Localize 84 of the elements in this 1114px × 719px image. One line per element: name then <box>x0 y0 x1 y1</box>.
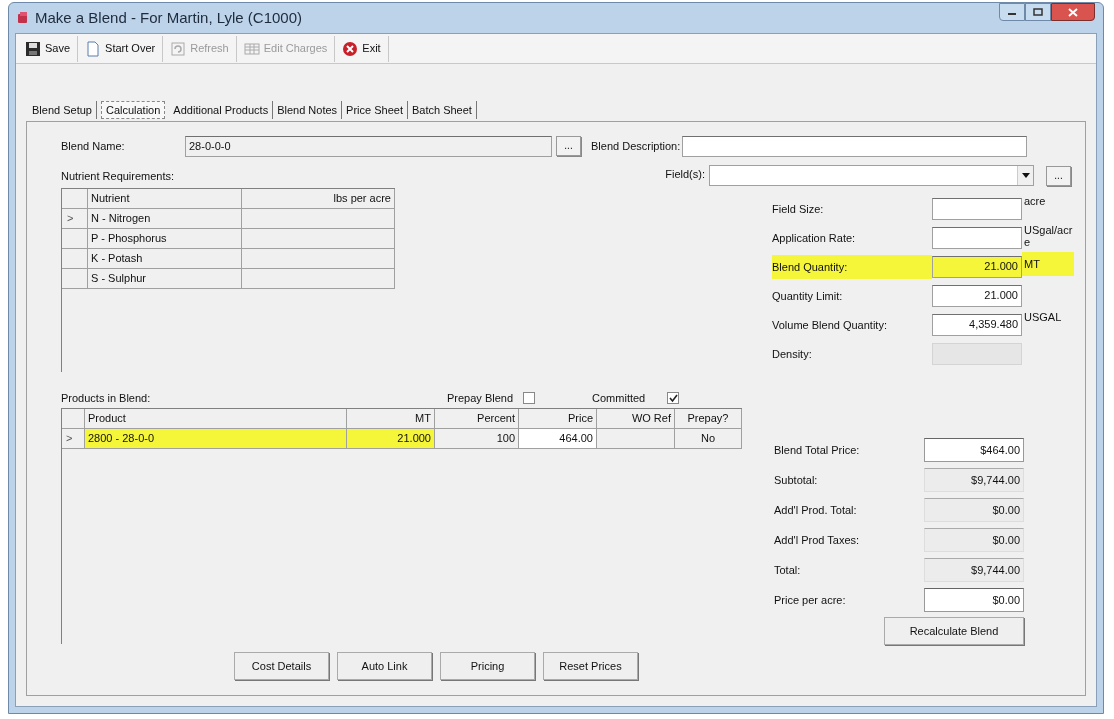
field-label: Field Size: <box>772 201 825 217</box>
quantity-field[interactable] <box>932 197 1022 220</box>
table-cell: 21.000 <box>347 429 435 449</box>
field-label: Application Rate: <box>772 230 857 246</box>
maximize-button[interactable] <box>1025 3 1051 21</box>
field-label: Blend Quantity: <box>772 254 932 279</box>
field-label: Field(s): <box>665 166 705 182</box>
section-label: Nutrient Requirements: <box>61 168 175 184</box>
checkbox-label: Prepay Blend <box>447 390 514 406</box>
quantity-field[interactable] <box>932 226 1022 249</box>
tab[interactable]: Additional Products <box>169 101 274 119</box>
action-button[interactable]: Auto Link <box>337 652 432 680</box>
field-label: Add'l Prod Taxes: <box>774 532 861 548</box>
quantity-field[interactable]: 4,359.480 <box>932 313 1022 336</box>
row-indicator: > <box>66 431 73 447</box>
minimize-button[interactable] <box>999 3 1025 21</box>
action-button[interactable]: Reset Prices <box>543 652 638 680</box>
unit-label: acre <box>1023 194 1047 207</box>
app-icon <box>17 12 29 24</box>
tab[interactable]: Blend Setup <box>28 101 97 119</box>
table-cell: No <box>675 429 742 449</box>
field-label: Subtotal: <box>774 472 819 488</box>
recalculate-button[interactable]: Recalculate Blend <box>884 617 1024 645</box>
grid-icon <box>243 40 260 57</box>
window-title: Make a Blend - For Martin, Lyle (C1000) <box>35 7 303 28</box>
quantity-field[interactable]: 21.000 <box>932 255 1022 278</box>
row-indicator: > <box>67 211 74 227</box>
total-field[interactable]: $0.00 <box>924 588 1024 612</box>
checkbox-label: Committed <box>592 390 646 406</box>
table-cell: P - Phosphorus <box>88 229 242 249</box>
field-label: Quantity Limit: <box>772 288 844 304</box>
action-button[interactable]: Pricing <box>440 652 535 680</box>
browse-button[interactable]: ... <box>1046 166 1071 186</box>
tab[interactable]: Blend Notes <box>273 101 343 119</box>
column-header: lbs per acre <box>242 189 395 209</box>
field-label: Blend Name: <box>61 138 126 154</box>
toolbar-button[interactable]: Exit <box>335 35 389 62</box>
column-header: Nutrient <box>88 189 242 209</box>
total-field[interactable]: $464.00 <box>924 438 1024 462</box>
checkmark-icon <box>668 393 678 403</box>
field-label: Price per acre: <box>774 592 847 608</box>
maximize-icon <box>1033 8 1043 16</box>
toolbar-button[interactable]: Start Over <box>78 35 164 62</box>
page-icon <box>85 40 102 57</box>
action-button[interactable]: Cost Details <box>234 652 329 680</box>
table-cell: 2800 - 28-0-0 <box>85 429 347 449</box>
field-label: Total: <box>774 562 802 578</box>
blend-description-field[interactable] <box>682 135 1028 157</box>
browse-button[interactable]: ... <box>556 136 581 156</box>
tab[interactable]: Batch Sheet <box>407 101 477 119</box>
table-cell: N - Nitrogen <box>88 209 242 229</box>
dropdown-arrow-icon <box>1021 173 1030 178</box>
tab[interactable]: Price Sheet <box>342 101 408 119</box>
field-label: Volume Blend Quantity: <box>772 317 888 333</box>
total-value: $0.00 <box>924 498 1024 522</box>
refresh-icon <box>170 40 187 57</box>
table-cell: 464.00 <box>519 429 597 449</box>
checkbox[interactable] <box>523 392 536 404</box>
field-label: Add'l Prod. Total: <box>774 502 858 518</box>
corner-header <box>62 409 85 429</box>
table-cell: S - Sulphur <box>88 269 242 289</box>
close-button[interactable] <box>1051 3 1095 21</box>
unit-label: USGAL <box>1023 310 1063 323</box>
field-label: Density: <box>772 346 813 362</box>
blend-name-field[interactable]: 28-0-0-0 <box>185 135 552 157</box>
quantity-field[interactable]: 21.000 <box>932 284 1022 307</box>
toolbar-button[interactable]: Save <box>18 35 79 62</box>
total-value: $9,744.00 <box>924 468 1024 492</box>
total-value: $0.00 <box>924 528 1024 552</box>
fields-dropdown[interactable] <box>709 165 1034 186</box>
field-label: Blend Description: <box>591 138 681 154</box>
corner-header <box>62 189 88 209</box>
field-label: Blend Total Price: <box>774 442 861 458</box>
unit-label: USgal/acre <box>1023 223 1074 248</box>
close-circle-icon <box>342 40 359 57</box>
section-label: Products in Blend: <box>61 390 152 406</box>
unit-label: MT <box>1022 252 1074 276</box>
tab[interactable]: Calculation <box>100 101 166 119</box>
table-cell: 100 <box>435 429 519 449</box>
row-header[interactable]: > <box>62 209 88 229</box>
checkbox[interactable] <box>667 392 680 404</box>
close-icon <box>1068 7 1078 17</box>
total-value: $9,744.00 <box>924 558 1024 582</box>
table-cell: K - Potash <box>88 249 242 269</box>
